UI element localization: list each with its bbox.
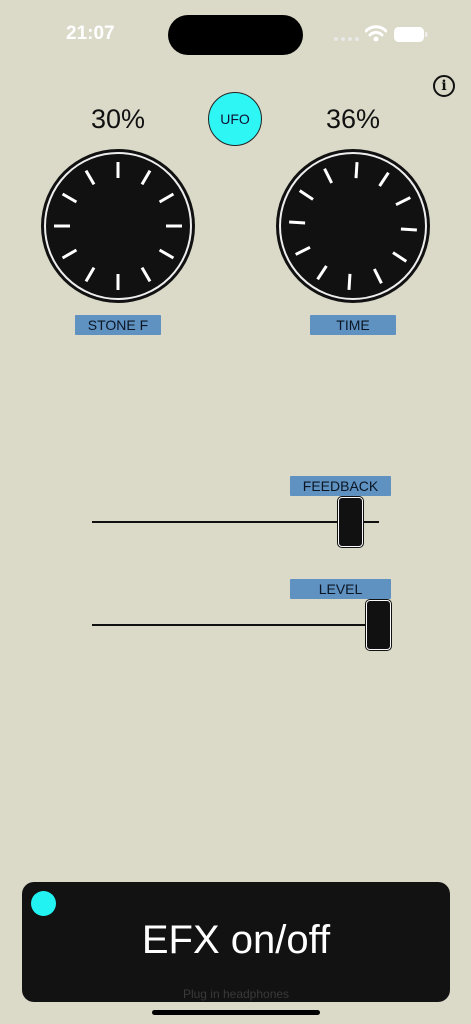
efx-button-label: EFX on/off xyxy=(141,918,331,962)
headphones-hint: Plug in headphones xyxy=(182,987,290,1001)
level-label: LEVEL xyxy=(290,579,391,599)
efx-status-indicator xyxy=(31,891,56,916)
knob-tick xyxy=(354,162,359,179)
level-slider-thumb[interactable] xyxy=(366,600,391,650)
time-label: TIME xyxy=(310,315,396,335)
battery-icon xyxy=(394,27,428,42)
time-value: 36% xyxy=(325,104,381,134)
signal-icon xyxy=(334,37,360,41)
feedback-label: FEEDBACK xyxy=(290,476,391,496)
info-icon: i xyxy=(441,78,447,94)
wifi-icon xyxy=(365,25,387,42)
knob-tick xyxy=(400,227,417,232)
stone-f-value: 30% xyxy=(90,104,146,134)
ufo-mode-button[interactable]: UFO xyxy=(208,92,262,146)
feedback-slider-thumb[interactable] xyxy=(338,497,363,547)
home-indicator[interactable] xyxy=(152,1010,320,1015)
knob-tick xyxy=(289,220,306,225)
feedback-slider-track[interactable] xyxy=(92,521,379,523)
knob-tick xyxy=(347,273,352,290)
level-slider-track[interactable] xyxy=(92,624,379,626)
stone-f-knob[interactable] xyxy=(40,148,196,304)
dynamic-island xyxy=(168,15,303,55)
status-time: 21:07 xyxy=(66,23,115,44)
time-knob[interactable] xyxy=(275,148,431,304)
info-button[interactable]: i xyxy=(433,75,455,97)
stone-f-label: STONE F xyxy=(75,315,161,335)
